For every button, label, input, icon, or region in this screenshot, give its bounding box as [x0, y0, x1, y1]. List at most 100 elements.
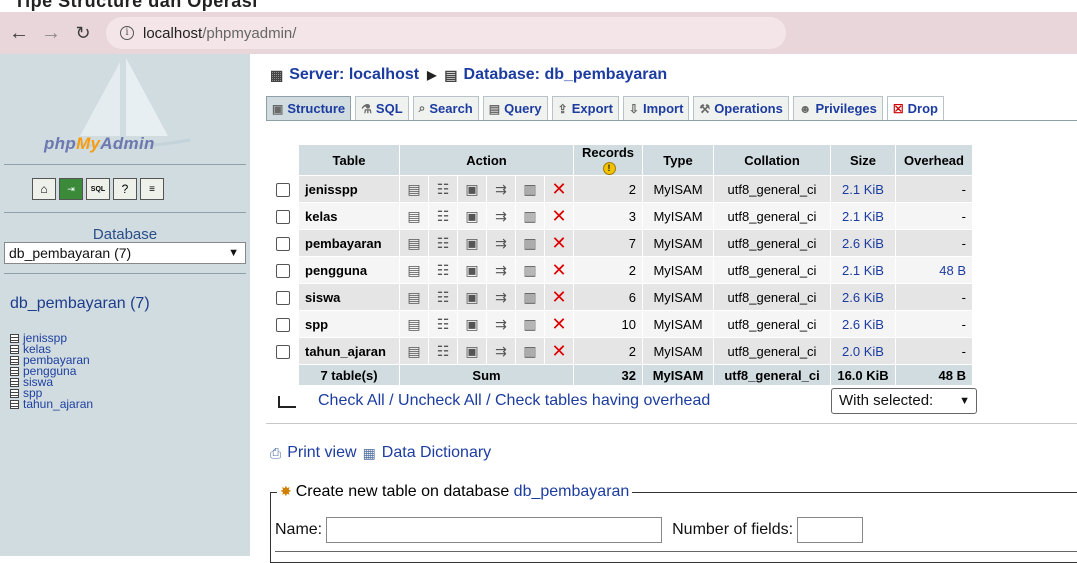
- tab-sql[interactable]: ⚗ SQL: [355, 96, 409, 120]
- row-checkbox[interactable]: [276, 209, 290, 224]
- browse-icon[interactable]: ▤: [400, 230, 428, 257]
- tab-operations[interactable]: ⚒ Operations: [693, 96, 789, 120]
- insert-icon[interactable]: ⇉: [487, 203, 515, 230]
- search-icon[interactable]: ▣: [458, 311, 486, 338]
- row-table-name[interactable]: pengguna: [299, 257, 399, 284]
- number-of-fields-input[interactable]: [797, 517, 864, 543]
- row-checkbox[interactable]: [276, 317, 290, 332]
- header-table[interactable]: Table: [299, 145, 399, 176]
- structure-icon[interactable]: ☷: [429, 338, 457, 365]
- row-table-name[interactable]: pembayaran: [299, 230, 399, 257]
- database-select[interactable]: db_pembayaran (7) ▼: [4, 242, 246, 264]
- tab-import[interactable]: ⇩ Import: [622, 96, 690, 120]
- back-arrow-icon[interactable]: ←: [6, 22, 32, 45]
- row-table-name[interactable]: siswa: [299, 284, 399, 311]
- reload-icon[interactable]: ↻: [70, 23, 96, 44]
- empty-icon[interactable]: ▥: [516, 284, 544, 311]
- empty-icon[interactable]: ▥: [516, 257, 544, 284]
- search-icon[interactable]: ▣: [458, 176, 486, 203]
- docs-icon[interactable]: ≡: [140, 178, 164, 200]
- search-icon[interactable]: ▣: [458, 230, 486, 257]
- browse-icon[interactable]: ▤: [400, 338, 428, 365]
- row-size[interactable]: 2.1 KiB: [831, 203, 895, 230]
- sql-query-window-icon[interactable]: SQL: [86, 178, 110, 200]
- browse-icon[interactable]: ▤: [400, 257, 428, 284]
- breadcrumb-server[interactable]: Server: localhost: [289, 66, 419, 84]
- empty-icon[interactable]: ▥: [516, 311, 544, 338]
- insert-icon[interactable]: ⇉: [487, 230, 515, 257]
- row-checkbox[interactable]: [276, 290, 290, 305]
- row-checkbox[interactable]: [276, 182, 290, 197]
- search-icon[interactable]: ▣: [458, 338, 486, 365]
- row-table-name[interactable]: spp: [299, 311, 399, 338]
- forward-arrow-icon[interactable]: →: [38, 22, 64, 45]
- check-overhead-link[interactable]: Check tables having overhead: [495, 392, 710, 410]
- row-checkbox[interactable]: [276, 236, 290, 251]
- drop-icon[interactable]: ✕: [545, 257, 573, 284]
- drop-icon[interactable]: ✕: [545, 311, 573, 338]
- breadcrumb-database[interactable]: Database: db_pembayaran: [464, 66, 668, 84]
- row-table-name[interactable]: tahun_ajaran: [299, 338, 399, 365]
- drop-icon[interactable]: ✕: [545, 338, 573, 365]
- row-size[interactable]: 2.6 KiB: [831, 311, 895, 338]
- row-size[interactable]: 2.6 KiB: [831, 284, 895, 311]
- tab-privileges[interactable]: ☻ Privileges: [792, 96, 883, 120]
- row-overhead[interactable]: 48 B: [896, 257, 972, 284]
- browse-icon[interactable]: ▤: [400, 176, 428, 203]
- browse-icon[interactable]: ▤: [400, 311, 428, 338]
- tab-export[interactable]: ⇪ Export: [551, 96, 619, 120]
- address-bar[interactable]: i localhost/phpmyadmin/: [106, 17, 786, 49]
- search-icon[interactable]: ▣: [458, 257, 486, 284]
- help-icon[interactable]: ?: [113, 178, 137, 200]
- with-selected-select[interactable]: With selected: ▼: [831, 388, 977, 414]
- structure-icon[interactable]: ☷: [429, 257, 457, 284]
- search-icon[interactable]: ▣: [458, 203, 486, 230]
- phpmyadmin-logo[interactable]: phpMyAdmin: [0, 54, 250, 164]
- row-checkbox[interactable]: [276, 344, 290, 359]
- insert-icon[interactable]: ⇉: [487, 338, 515, 365]
- structure-icon[interactable]: ☷: [429, 230, 457, 257]
- browse-icon[interactable]: ▤: [400, 203, 428, 230]
- empty-icon[interactable]: ▥: [516, 230, 544, 257]
- drop-icon[interactable]: ✕: [545, 284, 573, 311]
- insert-icon[interactable]: ⇉: [487, 176, 515, 203]
- empty-icon[interactable]: ▥: [516, 176, 544, 203]
- data-dictionary-link[interactable]: Data Dictionary: [382, 444, 491, 462]
- drop-icon[interactable]: ✕: [545, 230, 573, 257]
- row-size[interactable]: 2.1 KiB: [831, 257, 895, 284]
- tab-structure[interactable]: ▣ Structure: [266, 96, 352, 120]
- info-icon[interactable]: i: [120, 26, 134, 40]
- structure-icon[interactable]: ☷: [429, 311, 457, 338]
- row-size[interactable]: 2.1 KiB: [831, 176, 895, 203]
- drop-icon[interactable]: ✕: [545, 176, 573, 203]
- empty-icon[interactable]: ▥: [516, 203, 544, 230]
- sidebar-db-title[interactable]: db_pembayaran (7): [10, 295, 150, 313]
- sidebar-table-item[interactable]: tahun_ajaran: [10, 398, 93, 410]
- drop-icon[interactable]: ✕: [545, 203, 573, 230]
- empty-icon[interactable]: ▥: [516, 338, 544, 365]
- row-checkbox[interactable]: [276, 263, 290, 278]
- insert-icon[interactable]: ⇉: [487, 311, 515, 338]
- print-view-link[interactable]: Print view: [287, 444, 356, 462]
- row-size[interactable]: 2.6 KiB: [831, 230, 895, 257]
- check-all-link[interactable]: Check All: [318, 392, 385, 410]
- row-table-name[interactable]: jenisspp: [299, 176, 399, 203]
- row-table-name[interactable]: kelas: [299, 203, 399, 230]
- home-icon[interactable]: ⌂: [32, 178, 56, 200]
- create-table-db-link[interactable]: db_pembayaran: [514, 483, 630, 500]
- uncheck-all-link[interactable]: Uncheck All: [398, 392, 482, 410]
- search-icon[interactable]: ▣: [458, 284, 486, 311]
- lightbulb-icon[interactable]: !: [602, 162, 616, 176]
- insert-icon[interactable]: ⇉: [487, 284, 515, 311]
- tab-drop[interactable]: ☒ Drop: [886, 96, 944, 120]
- tab-query[interactable]: ▤ Query: [482, 96, 548, 120]
- exit-icon[interactable]: ⇥: [59, 178, 83, 200]
- structure-icon[interactable]: ☷: [429, 176, 457, 203]
- insert-icon[interactable]: ⇉: [487, 257, 515, 284]
- browse-icon[interactable]: ▤: [400, 284, 428, 311]
- table-name-input[interactable]: [326, 517, 663, 543]
- structure-icon[interactable]: ☷: [429, 284, 457, 311]
- row-size[interactable]: 2.0 KiB: [831, 338, 895, 365]
- tab-search[interactable]: ⌕ Search: [412, 96, 479, 120]
- structure-icon[interactable]: ☷: [429, 203, 457, 230]
